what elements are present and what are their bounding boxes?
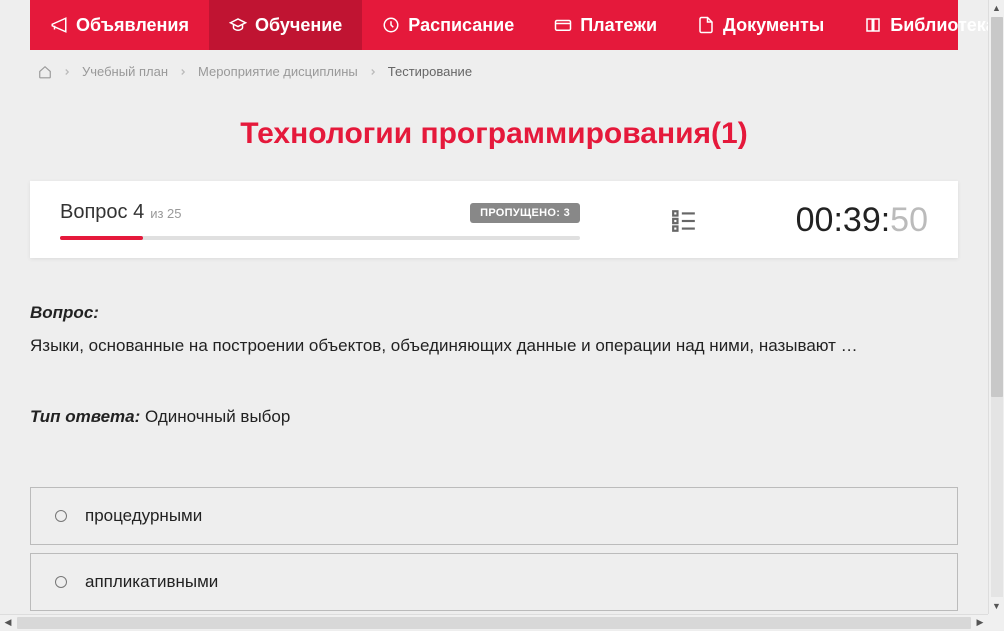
answer-text: процедурными	[85, 506, 202, 526]
nav-label: Платежи	[580, 15, 657, 36]
book-icon	[864, 16, 882, 34]
nav-label: Объявления	[76, 15, 189, 36]
answer-type-value: Одиночный выбор	[145, 407, 290, 426]
chevron-right-icon	[178, 67, 188, 77]
nav-announcements[interactable]: Объявления	[30, 0, 209, 50]
answer-option-1[interactable]: аппликативными	[30, 553, 958, 611]
scroll-down-arrow[interactable]: ▼	[989, 598, 1004, 614]
chevron-right-icon	[368, 67, 378, 77]
nav-documents[interactable]: Документы	[677, 0, 844, 50]
skipped-badge: ПРОПУЩЕНО: 3	[470, 203, 580, 223]
scroll-up-arrow[interactable]: ▲	[989, 0, 1004, 16]
scroll-thumb[interactable]	[991, 17, 1003, 397]
page-title: Технологии программирования(1)	[0, 117, 988, 151]
graduation-icon	[229, 16, 247, 34]
breadcrumb: Учебный план Мероприятие дисциплины Тест…	[30, 50, 958, 93]
question-list-icon[interactable]	[670, 208, 698, 234]
nav-library[interactable]: Библиотека	[844, 0, 988, 50]
nav-label: Документы	[723, 15, 824, 36]
radio-icon	[55, 576, 67, 588]
nav-education[interactable]: Обучение	[209, 0, 362, 50]
nav-payments[interactable]: Платежи	[534, 0, 677, 50]
scroll-corner	[988, 614, 1004, 630]
nav-schedule[interactable]: Расписание	[362, 0, 534, 50]
answer-option-0[interactable]: процедурными	[30, 487, 958, 545]
progress-area: Вопрос 4 из 25 ПРОПУЩЕНО: 3	[60, 201, 580, 240]
question-number: Вопрос 4	[60, 201, 144, 224]
horizontal-scrollbar[interactable]: ◀ ▶	[0, 614, 988, 630]
status-bar: Вопрос 4 из 25 ПРОПУЩЕНО: 3 00:39:50	[30, 181, 958, 258]
breadcrumb-link-event[interactable]: Мероприятие дисциплины	[198, 64, 358, 79]
timer-main: 00:39:	[796, 201, 891, 240]
breadcrumb-link-plan[interactable]: Учебный план	[82, 64, 168, 79]
scroll-right-arrow[interactable]: ▶	[972, 615, 988, 631]
nav-label: Расписание	[408, 15, 514, 36]
clock-icon	[382, 16, 400, 34]
progress-fill	[60, 236, 143, 240]
file-icon	[697, 16, 715, 34]
answer-type-label: Тип ответа:	[30, 407, 140, 426]
megaphone-icon	[50, 16, 68, 34]
question-total: из 25	[150, 206, 181, 221]
timer: 00:39:50	[796, 201, 928, 240]
answers-list: процедурными аппликативными объектно ори…	[30, 487, 958, 615]
card-icon	[554, 16, 572, 34]
nav-label: Обучение	[255, 15, 342, 36]
scroll-left-arrow[interactable]: ◀	[0, 615, 16, 631]
question-heading: Вопрос:	[30, 303, 958, 323]
question-text: Языки, основанные на построении объектов…	[30, 333, 958, 359]
timer-deci: 50	[890, 201, 928, 240]
vertical-scrollbar[interactable]: ▲ ▼	[988, 0, 1004, 614]
progress-track	[60, 236, 580, 240]
home-icon[interactable]	[38, 65, 52, 79]
answer-text: аппликативными	[85, 572, 218, 592]
answer-type: Тип ответа: Одиночный выбор	[30, 407, 958, 427]
scroll-track[interactable]	[17, 617, 971, 629]
radio-icon	[55, 510, 67, 522]
breadcrumb-current: Тестирование	[388, 64, 472, 79]
top-nav: Объявления Обучение Расписание Платежи Д…	[30, 0, 958, 50]
nav-label: Библиотека	[890, 15, 988, 36]
chevron-right-icon	[62, 67, 72, 77]
scroll-track[interactable]	[991, 17, 1003, 597]
content: Вопрос: Языки, основанные на построении …	[30, 303, 958, 614]
